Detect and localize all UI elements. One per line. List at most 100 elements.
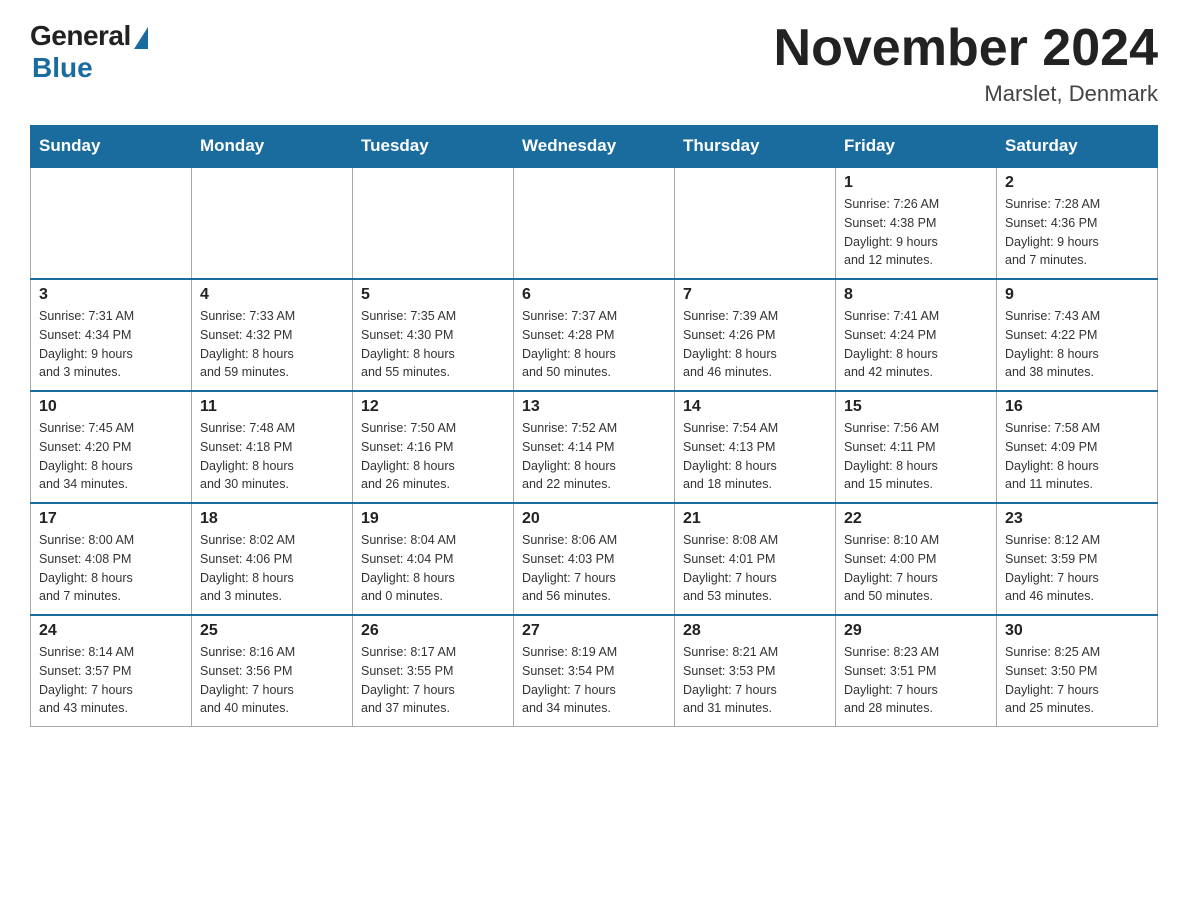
day-number: 16 — [1005, 398, 1149, 416]
calendar-cell: 8 Sunrise: 7:41 AM Sunset: 4:24 PM Daylig… — [836, 279, 997, 391]
calendar-cell: 3Sunrise: 7:31 AM Sunset: 4:34 PM Daylig… — [31, 279, 192, 391]
day-number: 11 — [200, 398, 344, 416]
calendar-cell: 21Sunrise: 8:08 AM Sunset: 4:01 PM Dayli… — [675, 503, 836, 615]
day-number: 4 — [200, 286, 344, 304]
day-number: 5 — [361, 286, 505, 304]
day-info: Sunrise: 7:52 AM Sunset: 4:14 PM Dayligh… — [522, 419, 666, 494]
day-info: Sunrise: 8:02 AM Sunset: 4:06 PM Dayligh… — [200, 531, 344, 606]
calendar-cell — [31, 167, 192, 279]
calendar-cell: 13 Sunrise: 7:52 AM Sunset: 4:14 PM Dayli… — [514, 391, 675, 503]
day-number: 19 — [361, 510, 505, 528]
day-number: 15 — [844, 398, 988, 416]
day-info: Sunrise: 7:48 AM Sunset: 4:18 PM Dayligh… — [200, 419, 344, 494]
calendar-header-thursday: Thursday — [675, 126, 836, 168]
calendar-header-saturday: Saturday — [997, 126, 1158, 168]
day-info: Sunrise: 7:58 AM Sunset: 4:09 PM Dayligh… — [1005, 419, 1149, 494]
day-number: 18 — [200, 510, 344, 528]
calendar-cell: 28Sunrise: 8:21 AM Sunset: 3:53 PM Dayli… — [675, 615, 836, 727]
day-number: 27 — [522, 622, 666, 640]
calendar-header-sunday: Sunday — [31, 126, 192, 168]
day-info: Sunrise: 7:54 AM Sunset: 4:13 PM Dayligh… — [683, 419, 827, 494]
day-info: Sunrise: 8:00 AM Sunset: 4:08 PM Dayligh… — [39, 531, 183, 606]
day-info: Sunrise: 8:06 AM Sunset: 4:03 PM Dayligh… — [522, 531, 666, 606]
day-number: 29 — [844, 622, 988, 640]
day-info: Sunrise: 8:16 AM Sunset: 3:56 PM Dayligh… — [200, 643, 344, 718]
calendar-cell: 27 Sunrise: 8:19 AM Sunset: 3:54 PM Dayli… — [514, 615, 675, 727]
day-number: 25 — [200, 622, 344, 640]
calendar-week-row-1: 1 Sunrise: 7:26 AM Sunset: 4:38 PM Daylig… — [31, 167, 1158, 279]
calendar-cell: 4 Sunrise: 7:33 AM Sunset: 4:32 PM Daylig… — [192, 279, 353, 391]
day-info: Sunrise: 8:14 AM Sunset: 3:57 PM Dayligh… — [39, 643, 183, 718]
calendar-cell: 5 Sunrise: 7:35 AM Sunset: 4:30 PM Daylig… — [353, 279, 514, 391]
calendar-week-row-3: 10 Sunrise: 7:45 AM Sunset: 4:20 PM Dayli… — [31, 391, 1158, 503]
logo-general-text: General — [30, 20, 131, 52]
day-info: Sunrise: 8:08 AM Sunset: 4:01 PM Dayligh… — [683, 531, 827, 606]
calendar-cell — [514, 167, 675, 279]
calendar-cell: 14 Sunrise: 7:54 AM Sunset: 4:13 PM Dayli… — [675, 391, 836, 503]
day-info: Sunrise: 8:12 AM Sunset: 3:59 PM Dayligh… — [1005, 531, 1149, 606]
calendar-cell: 23 Sunrise: 8:12 AM Sunset: 3:59 PM Dayli… — [997, 503, 1158, 615]
day-info: Sunrise: 7:33 AM Sunset: 4:32 PM Dayligh… — [200, 307, 344, 382]
month-title: November 2024 — [774, 20, 1158, 77]
calendar-cell: 18 Sunrise: 8:02 AM Sunset: 4:06 PM Dayli… — [192, 503, 353, 615]
day-number: 28 — [683, 622, 827, 640]
day-number: 24 — [39, 622, 183, 640]
day-number: 7 — [683, 286, 827, 304]
logo-blue-text: Blue — [32, 52, 93, 84]
day-number: 8 — [844, 286, 988, 304]
calendar-cell — [192, 167, 353, 279]
calendar-cell: 15 Sunrise: 7:56 AM Sunset: 4:11 PM Dayli… — [836, 391, 997, 503]
day-info: Sunrise: 7:39 AM Sunset: 4:26 PM Dayligh… — [683, 307, 827, 382]
day-number: 3 — [39, 286, 183, 304]
calendar-cell: 1 Sunrise: 7:26 AM Sunset: 4:38 PM Daylig… — [836, 167, 997, 279]
calendar-cell: 30 Sunrise: 8:25 AM Sunset: 3:50 PM Dayli… — [997, 615, 1158, 727]
day-info: Sunrise: 8:25 AM Sunset: 3:50 PM Dayligh… — [1005, 643, 1149, 718]
day-info: Sunrise: 7:26 AM Sunset: 4:38 PM Dayligh… — [844, 195, 988, 270]
calendar-week-row-2: 3Sunrise: 7:31 AM Sunset: 4:34 PM Daylig… — [31, 279, 1158, 391]
day-info: Sunrise: 7:35 AM Sunset: 4:30 PM Dayligh… — [361, 307, 505, 382]
day-info: Sunrise: 8:19 AM Sunset: 3:54 PM Dayligh… — [522, 643, 666, 718]
calendar-cell — [353, 167, 514, 279]
calendar-cell: 12 Sunrise: 7:50 AM Sunset: 4:16 PM Dayli… — [353, 391, 514, 503]
logo: General Blue — [30, 20, 148, 84]
day-number: 6 — [522, 286, 666, 304]
calendar-table: SundayMondayTuesdayWednesdayThursdayFrid… — [30, 125, 1158, 727]
day-info: Sunrise: 7:45 AM Sunset: 4:20 PM Dayligh… — [39, 419, 183, 494]
calendar-cell: 20 Sunrise: 8:06 AM Sunset: 4:03 PM Dayli… — [514, 503, 675, 615]
day-number: 14 — [683, 398, 827, 416]
day-number: 23 — [1005, 510, 1149, 528]
calendar-cell: 24 Sunrise: 8:14 AM Sunset: 3:57 PM Dayli… — [31, 615, 192, 727]
calendar-header-monday: Monday — [192, 126, 353, 168]
calendar-header-row: SundayMondayTuesdayWednesdayThursdayFrid… — [31, 126, 1158, 168]
day-number: 1 — [844, 174, 988, 192]
calendar-cell: 16 Sunrise: 7:58 AM Sunset: 4:09 PM Dayli… — [997, 391, 1158, 503]
day-number: 20 — [522, 510, 666, 528]
calendar-cell — [675, 167, 836, 279]
day-number: 10 — [39, 398, 183, 416]
calendar-header-tuesday: Tuesday — [353, 126, 514, 168]
calendar-cell: 2Sunrise: 7:28 AM Sunset: 4:36 PM Daylig… — [997, 167, 1158, 279]
calendar-cell: 26Sunrise: 8:17 AM Sunset: 3:55 PM Dayli… — [353, 615, 514, 727]
calendar-week-row-5: 24 Sunrise: 8:14 AM Sunset: 3:57 PM Dayli… — [31, 615, 1158, 727]
day-info: Sunrise: 8:17 AM Sunset: 3:55 PM Dayligh… — [361, 643, 505, 718]
day-number: 13 — [522, 398, 666, 416]
day-info: Sunrise: 7:28 AM Sunset: 4:36 PM Dayligh… — [1005, 195, 1149, 270]
location-text: Marslet, Denmark — [774, 81, 1158, 107]
calendar-cell: 22 Sunrise: 8:10 AM Sunset: 4:00 PM Dayli… — [836, 503, 997, 615]
day-info: Sunrise: 7:50 AM Sunset: 4:16 PM Dayligh… — [361, 419, 505, 494]
day-info: Sunrise: 7:41 AM Sunset: 4:24 PM Dayligh… — [844, 307, 988, 382]
day-number: 17 — [39, 510, 183, 528]
calendar-week-row-4: 17 Sunrise: 8:00 AM Sunset: 4:08 PM Dayli… — [31, 503, 1158, 615]
day-info: Sunrise: 8:10 AM Sunset: 4:00 PM Dayligh… — [844, 531, 988, 606]
day-info: Sunrise: 7:37 AM Sunset: 4:28 PM Dayligh… — [522, 307, 666, 382]
day-info: Sunrise: 7:56 AM Sunset: 4:11 PM Dayligh… — [844, 419, 988, 494]
calendar-header-wednesday: Wednesday — [514, 126, 675, 168]
day-number: 30 — [1005, 622, 1149, 640]
calendar-cell: 6 Sunrise: 7:37 AM Sunset: 4:28 PM Daylig… — [514, 279, 675, 391]
calendar-cell: 11 Sunrise: 7:48 AM Sunset: 4:18 PM Dayli… — [192, 391, 353, 503]
calendar-header-friday: Friday — [836, 126, 997, 168]
day-number: 12 — [361, 398, 505, 416]
calendar-cell: 25 Sunrise: 8:16 AM Sunset: 3:56 PM Dayli… — [192, 615, 353, 727]
day-info: Sunrise: 8:23 AM Sunset: 3:51 PM Dayligh… — [844, 643, 988, 718]
day-number: 22 — [844, 510, 988, 528]
